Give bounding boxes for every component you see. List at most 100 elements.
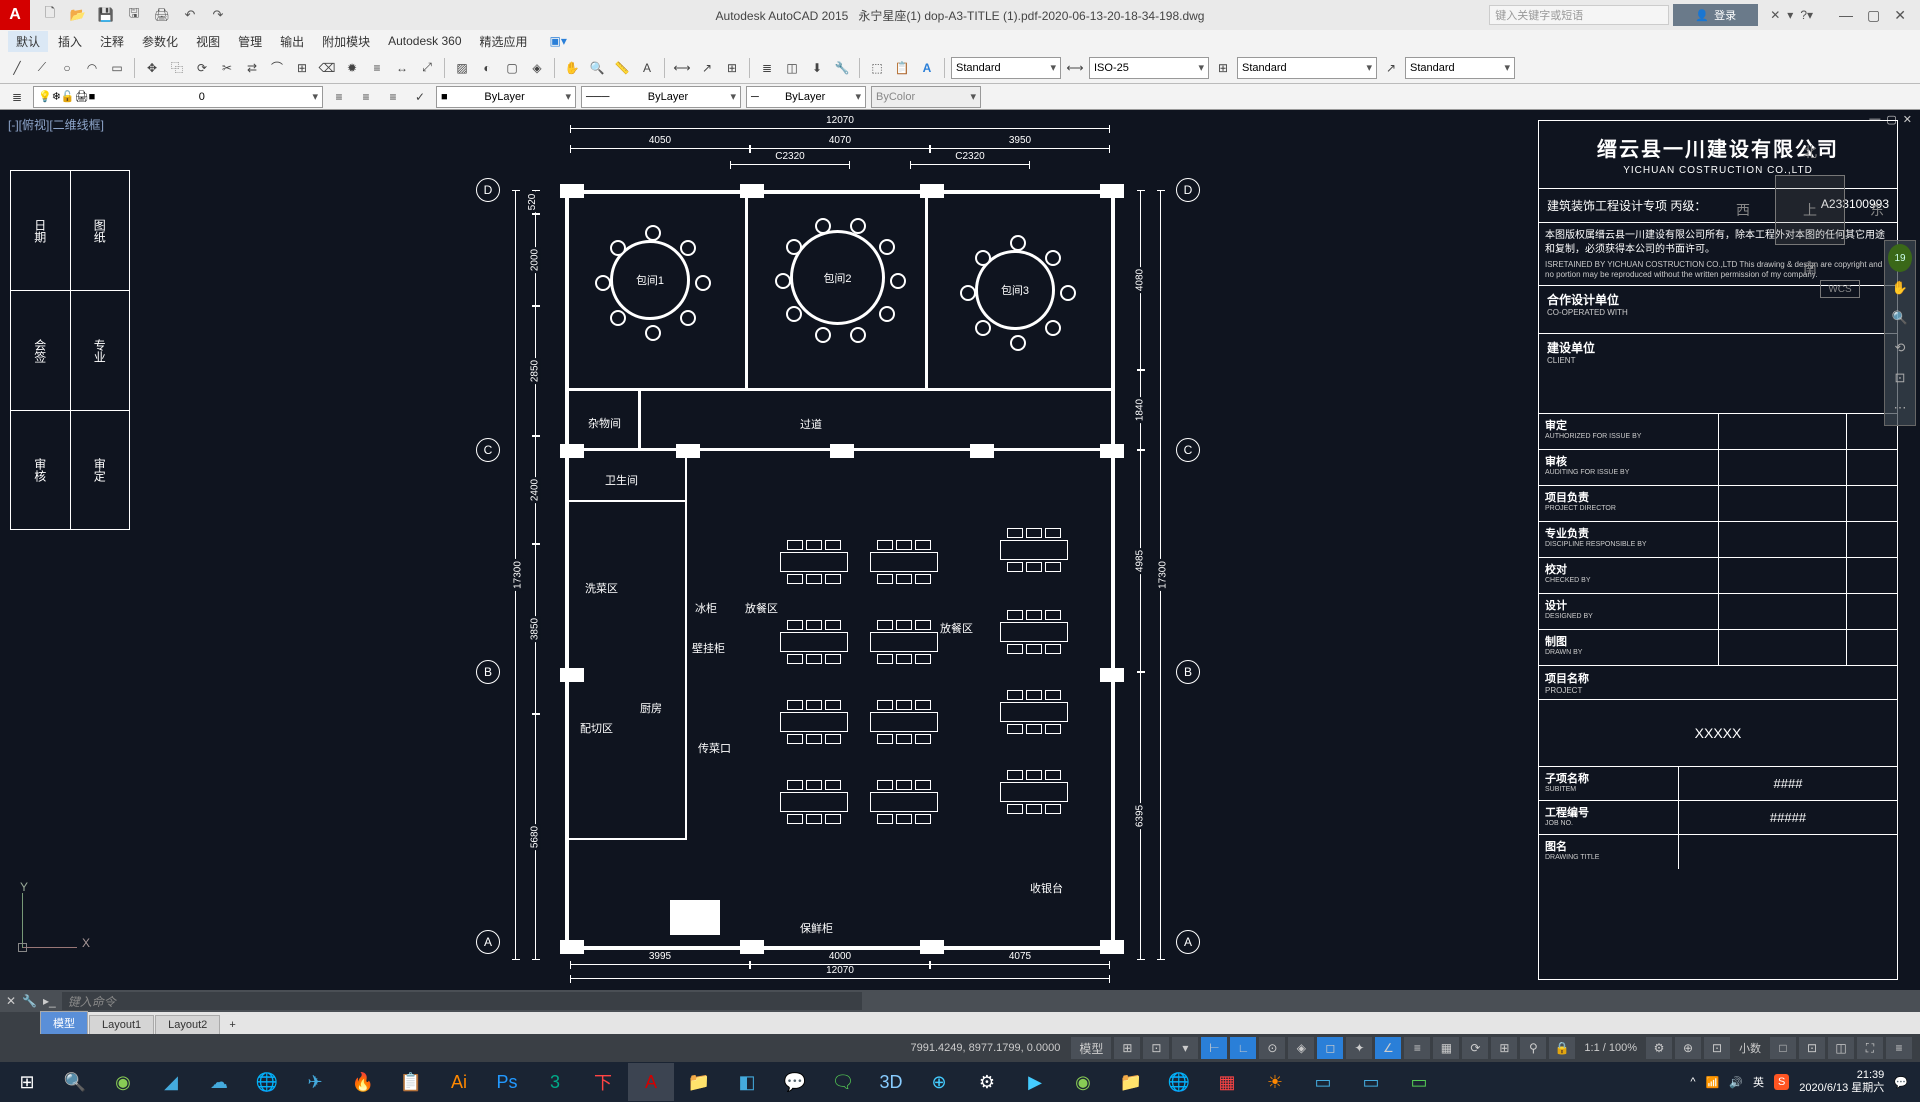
- app-icon[interactable]: ▭: [1300, 1063, 1346, 1101]
- annmon-icon[interactable]: ⊕: [1675, 1037, 1701, 1059]
- nav-orbit-icon[interactable]: ⟲: [1888, 334, 1912, 362]
- leader-icon[interactable]: ↗: [696, 57, 718, 79]
- table-icon[interactable]: ⊞: [721, 57, 743, 79]
- move-icon[interactable]: ✥: [141, 57, 163, 79]
- autocad-icon[interactable]: A: [628, 1063, 674, 1101]
- tray-net-icon[interactable]: 📶: [1706, 1076, 1720, 1089]
- gradient-icon[interactable]: ◐: [476, 57, 498, 79]
- array-icon[interactable]: ⊞: [291, 57, 313, 79]
- app-icon[interactable]: 💬: [772, 1063, 818, 1101]
- app-icon[interactable]: 🔥: [340, 1063, 386, 1101]
- app-icon[interactable]: 📁: [1108, 1063, 1154, 1101]
- command-input[interactable]: 键入命令: [62, 992, 862, 1010]
- vp-close-icon[interactable]: ✕: [1903, 113, 1912, 126]
- app-icon[interactable]: 🌐: [244, 1063, 290, 1101]
- clock[interactable]: 21:39 2020/6/13 星期六: [1799, 1069, 1884, 1095]
- app-icon[interactable]: ▶: [1012, 1063, 1058, 1101]
- layer-combo[interactable]: 💡❄🔓🖨■ 0: [33, 86, 323, 108]
- app-icon[interactable]: 3D: [868, 1063, 914, 1101]
- linetype-combo[interactable]: ─── ByLayer: [581, 86, 741, 108]
- cmd-close-icon[interactable]: ✕: [6, 994, 16, 1008]
- open-icon[interactable]: 📂: [68, 5, 88, 25]
- ucs-icon[interactable]: YX: [10, 880, 90, 960]
- nav-pan-icon[interactable]: ✋: [1888, 274, 1912, 302]
- insert-icon[interactable]: ⬇: [806, 57, 828, 79]
- scale-icon[interactable]: ⤢: [416, 57, 438, 79]
- zoom-icon[interactable]: 🔍: [586, 57, 608, 79]
- stretch-icon[interactable]: ↔: [391, 57, 413, 79]
- app-icon[interactable]: ▦: [1204, 1063, 1250, 1101]
- props-icon[interactable]: 🔧: [831, 57, 853, 79]
- polyline-icon[interactable]: ⟋: [31, 57, 53, 79]
- mirror-icon[interactable]: ⇄: [241, 57, 263, 79]
- osnap-toggle[interactable]: ◻: [1317, 1037, 1343, 1059]
- nav-zoom-icon[interactable]: 🔍: [1888, 304, 1912, 332]
- tab-layout2[interactable]: Layout2: [155, 1015, 220, 1034]
- measure-icon[interactable]: 📏: [611, 57, 633, 79]
- layerfrz-icon[interactable]: ≡: [382, 86, 404, 108]
- units-icon[interactable]: ⊡: [1704, 1037, 1730, 1059]
- cloud-icon[interactable]: ▾: [1787, 8, 1793, 22]
- app-icon[interactable]: Ps: [484, 1063, 530, 1101]
- app-icon[interactable]: ▭: [1396, 1063, 1442, 1101]
- help-search[interactable]: 键入关键字或短语: [1489, 5, 1669, 25]
- fillet-icon[interactable]: ⌒: [266, 57, 288, 79]
- tab-add[interactable]: +: [221, 1016, 243, 1034]
- app-icon[interactable]: ◉: [1060, 1063, 1106, 1101]
- region-icon[interactable]: ◈: [526, 57, 548, 79]
- mleader-icon[interactable]: ↗: [1380, 57, 1402, 79]
- trim-icon[interactable]: ✂: [216, 57, 238, 79]
- mlstyle-combo[interactable]: Standard: [1405, 57, 1515, 79]
- layeroff-icon[interactable]: ≡: [355, 86, 377, 108]
- tab-model[interactable]: 模型: [40, 1011, 88, 1034]
- layermgr-icon[interactable]: ≣: [6, 86, 28, 108]
- paste-icon[interactable]: 📋: [891, 57, 913, 79]
- close-button[interactable]: ✕: [1894, 7, 1906, 24]
- app-icon[interactable]: ◉: [100, 1063, 146, 1101]
- dimstyle-combo[interactable]: ISO-25: [1089, 57, 1209, 79]
- copy-icon[interactable]: ⿻: [166, 57, 188, 79]
- app-icon[interactable]: 下: [580, 1063, 626, 1101]
- saveas-icon[interactable]: 🖫: [124, 5, 144, 25]
- text-icon[interactable]: A: [636, 57, 658, 79]
- app-icon[interactable]: 📁: [676, 1063, 722, 1101]
- wcs-label[interactable]: WCS: [1820, 280, 1860, 298]
- tab-output[interactable]: 输出: [272, 31, 312, 52]
- tab-view[interactable]: 视图: [188, 31, 228, 52]
- start-button[interactable]: ⊞: [4, 1063, 50, 1101]
- layeriso-icon[interactable]: ≡: [328, 86, 350, 108]
- tablestyle-combo[interactable]: Standard: [1237, 57, 1377, 79]
- otrack-toggle[interactable]: ∠: [1375, 1037, 1401, 1059]
- nav-wheel-icon[interactable]: 19: [1888, 244, 1912, 272]
- help-icon[interactable]: ?▾: [1800, 8, 1813, 22]
- match-icon[interactable]: ✓: [409, 86, 431, 108]
- login-button[interactable]: 👤登录: [1673, 4, 1758, 26]
- qp-toggle[interactable]: ⊞: [1491, 1037, 1517, 1059]
- app-icon[interactable]: ⊕: [916, 1063, 962, 1101]
- app-icon[interactable]: 📋: [388, 1063, 434, 1101]
- tray-vol-icon[interactable]: 🔊: [1729, 1076, 1743, 1089]
- command-line[interactable]: ✕ 🔧 ▸_ 键入命令: [0, 990, 1920, 1012]
- rotate-icon[interactable]: ⟳: [191, 57, 213, 79]
- app-icon[interactable]: ◧: [724, 1063, 770, 1101]
- clean-icon[interactable]: ⛶: [1857, 1037, 1883, 1059]
- text2-icon[interactable]: A: [916, 57, 938, 79]
- ws-switch-icon[interactable]: ⚙: [1646, 1037, 1672, 1059]
- infer-toggle[interactable]: ▾: [1172, 1037, 1198, 1059]
- notif-icon[interactable]: 💬: [1894, 1076, 1908, 1089]
- line-icon[interactable]: ╱: [6, 57, 28, 79]
- textstyle-combo[interactable]: Standard: [951, 57, 1061, 79]
- app-icon[interactable]: ☀: [1252, 1063, 1298, 1101]
- viewport-label[interactable]: [-][俯视][二维线框]: [8, 116, 104, 133]
- explode-icon[interactable]: ✹: [341, 57, 363, 79]
- rect-icon[interactable]: ▭: [106, 57, 128, 79]
- tab-addins[interactable]: 附加模块: [314, 31, 378, 52]
- app-icon[interactable]: ◢: [148, 1063, 194, 1101]
- nav-showm-icon[interactable]: ⊡: [1888, 364, 1912, 392]
- exchange-icon[interactable]: ✕: [1770, 8, 1780, 22]
- search-button[interactable]: 🔍: [52, 1063, 98, 1101]
- iso2-icon[interactable]: ◫: [1828, 1037, 1854, 1059]
- tab-layout1[interactable]: Layout1: [89, 1015, 154, 1034]
- 3dosnap-toggle[interactable]: ✦: [1346, 1037, 1372, 1059]
- tab-featured[interactable]: 精选应用: [472, 31, 536, 52]
